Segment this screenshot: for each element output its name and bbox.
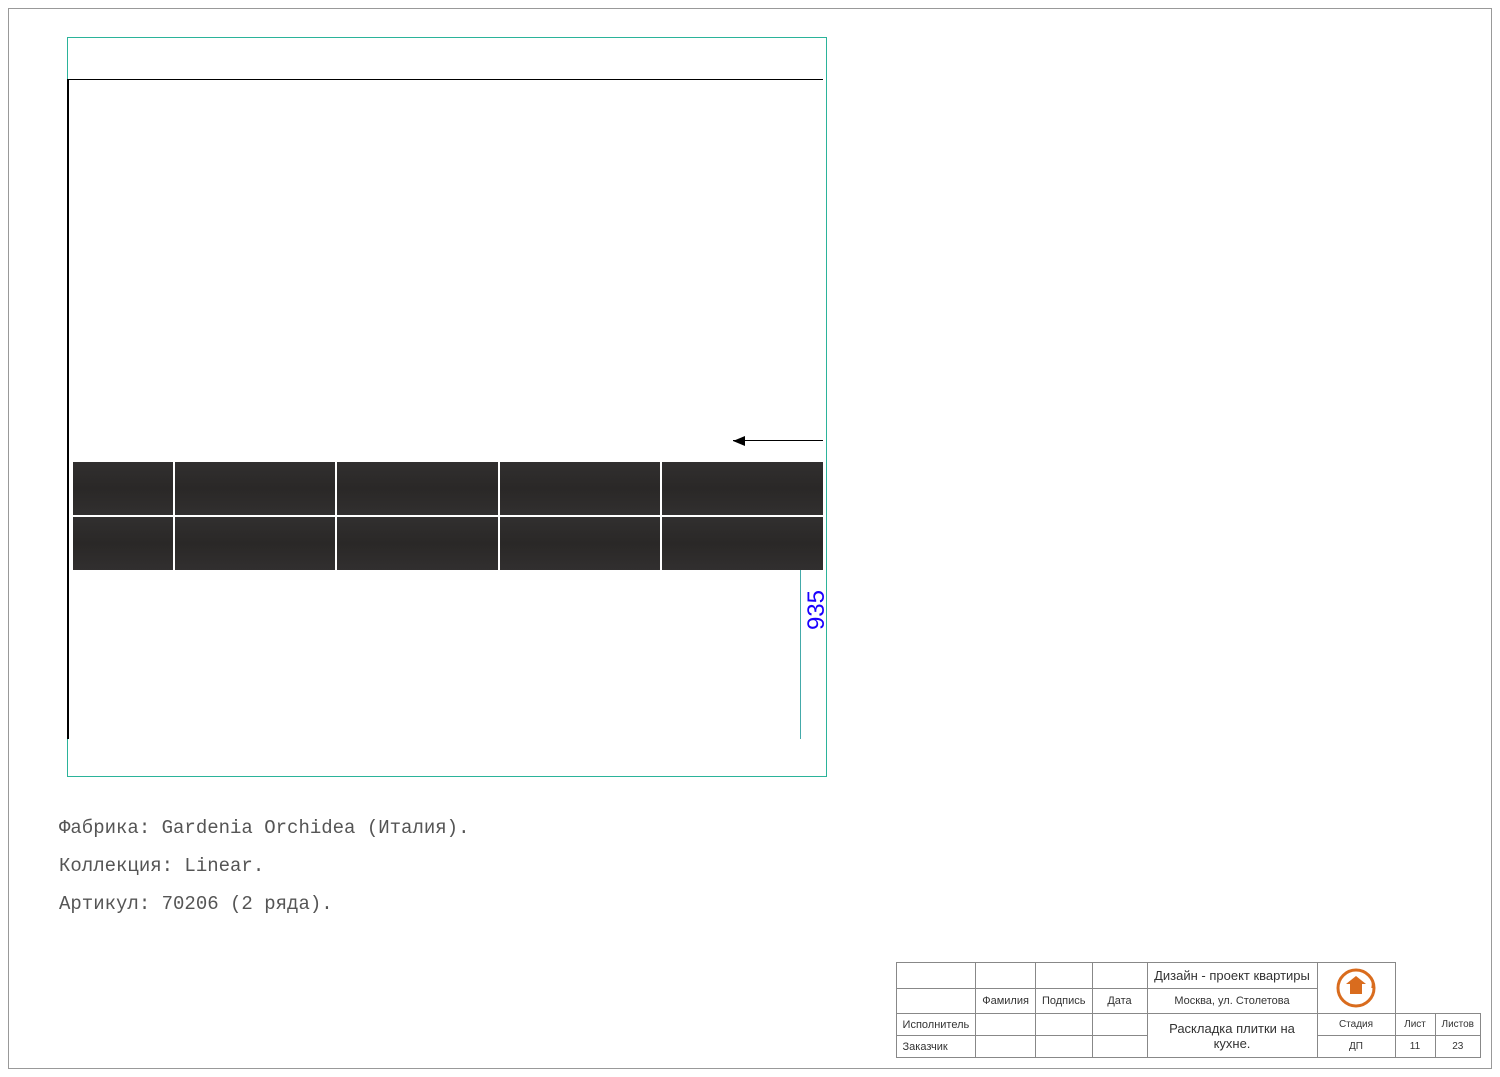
tb-empty (976, 1036, 1036, 1058)
th-familia: Фамилия (976, 988, 1036, 1014)
val-stadiya: ДП (1317, 1036, 1395, 1058)
tile (73, 462, 173, 515)
th-listov: Листов (1435, 1014, 1481, 1036)
elevation-wall: 935 (67, 79, 823, 739)
tb-empty (1035, 1014, 1092, 1036)
th-list: Лист (1395, 1014, 1435, 1036)
page-frame: 935 Фабрика: Gardenia Orchidea (Италия).… (8, 8, 1492, 1069)
tile (337, 462, 498, 515)
tb-empty (1035, 1036, 1092, 1058)
tile (662, 517, 823, 570)
tile (337, 517, 498, 570)
tile (662, 462, 823, 515)
th-data: Дата (1092, 988, 1147, 1014)
tb-empty (976, 1014, 1036, 1036)
tb-empty (1092, 1014, 1147, 1036)
dimension-line (800, 570, 801, 739)
tile (175, 517, 336, 570)
tb-empty (1092, 1036, 1147, 1058)
dimension-label: 935 (803, 590, 831, 630)
val-listov: 23 (1435, 1036, 1481, 1058)
project-address: Москва, ул. Столетова (1147, 988, 1317, 1014)
th-podpis: Подпись (1035, 988, 1092, 1014)
note-article: Артикул: 70206 (2 ряда). (59, 885, 469, 923)
note-collection: Коллекция: Linear. (59, 847, 469, 885)
tb-empty (1092, 963, 1147, 989)
tb-empty (976, 963, 1036, 989)
tile (500, 462, 661, 515)
note-factory: Фабрика: Gardenia Orchidea (Италия). (59, 809, 469, 847)
arrow-left-icon (733, 440, 823, 441)
tile-layout (73, 462, 823, 570)
tile (175, 462, 336, 515)
tile (73, 517, 173, 570)
role-zakazchik: Заказчик (896, 1036, 976, 1058)
role-ispolnitel: Исполнитель (896, 1014, 976, 1036)
tile (500, 517, 661, 570)
val-list: 11 (1395, 1036, 1435, 1058)
company-logo-icon (1334, 966, 1378, 1010)
tb-empty (896, 988, 976, 1014)
material-notes: Фабрика: Gardenia Orchidea (Италия). Кол… (59, 809, 469, 923)
th-stadiya: Стадия (1317, 1014, 1395, 1036)
tb-empty (1035, 963, 1092, 989)
logo-cell (1317, 963, 1395, 1014)
tb-empty (896, 963, 976, 989)
drawing-title: Раскладка плитки на кухне. (1147, 1014, 1317, 1058)
project-title: Дизайн - проект квартиры (1147, 963, 1317, 989)
title-block: Дизайн - проект квартиры Фамилия Подпись… (896, 962, 1481, 1058)
